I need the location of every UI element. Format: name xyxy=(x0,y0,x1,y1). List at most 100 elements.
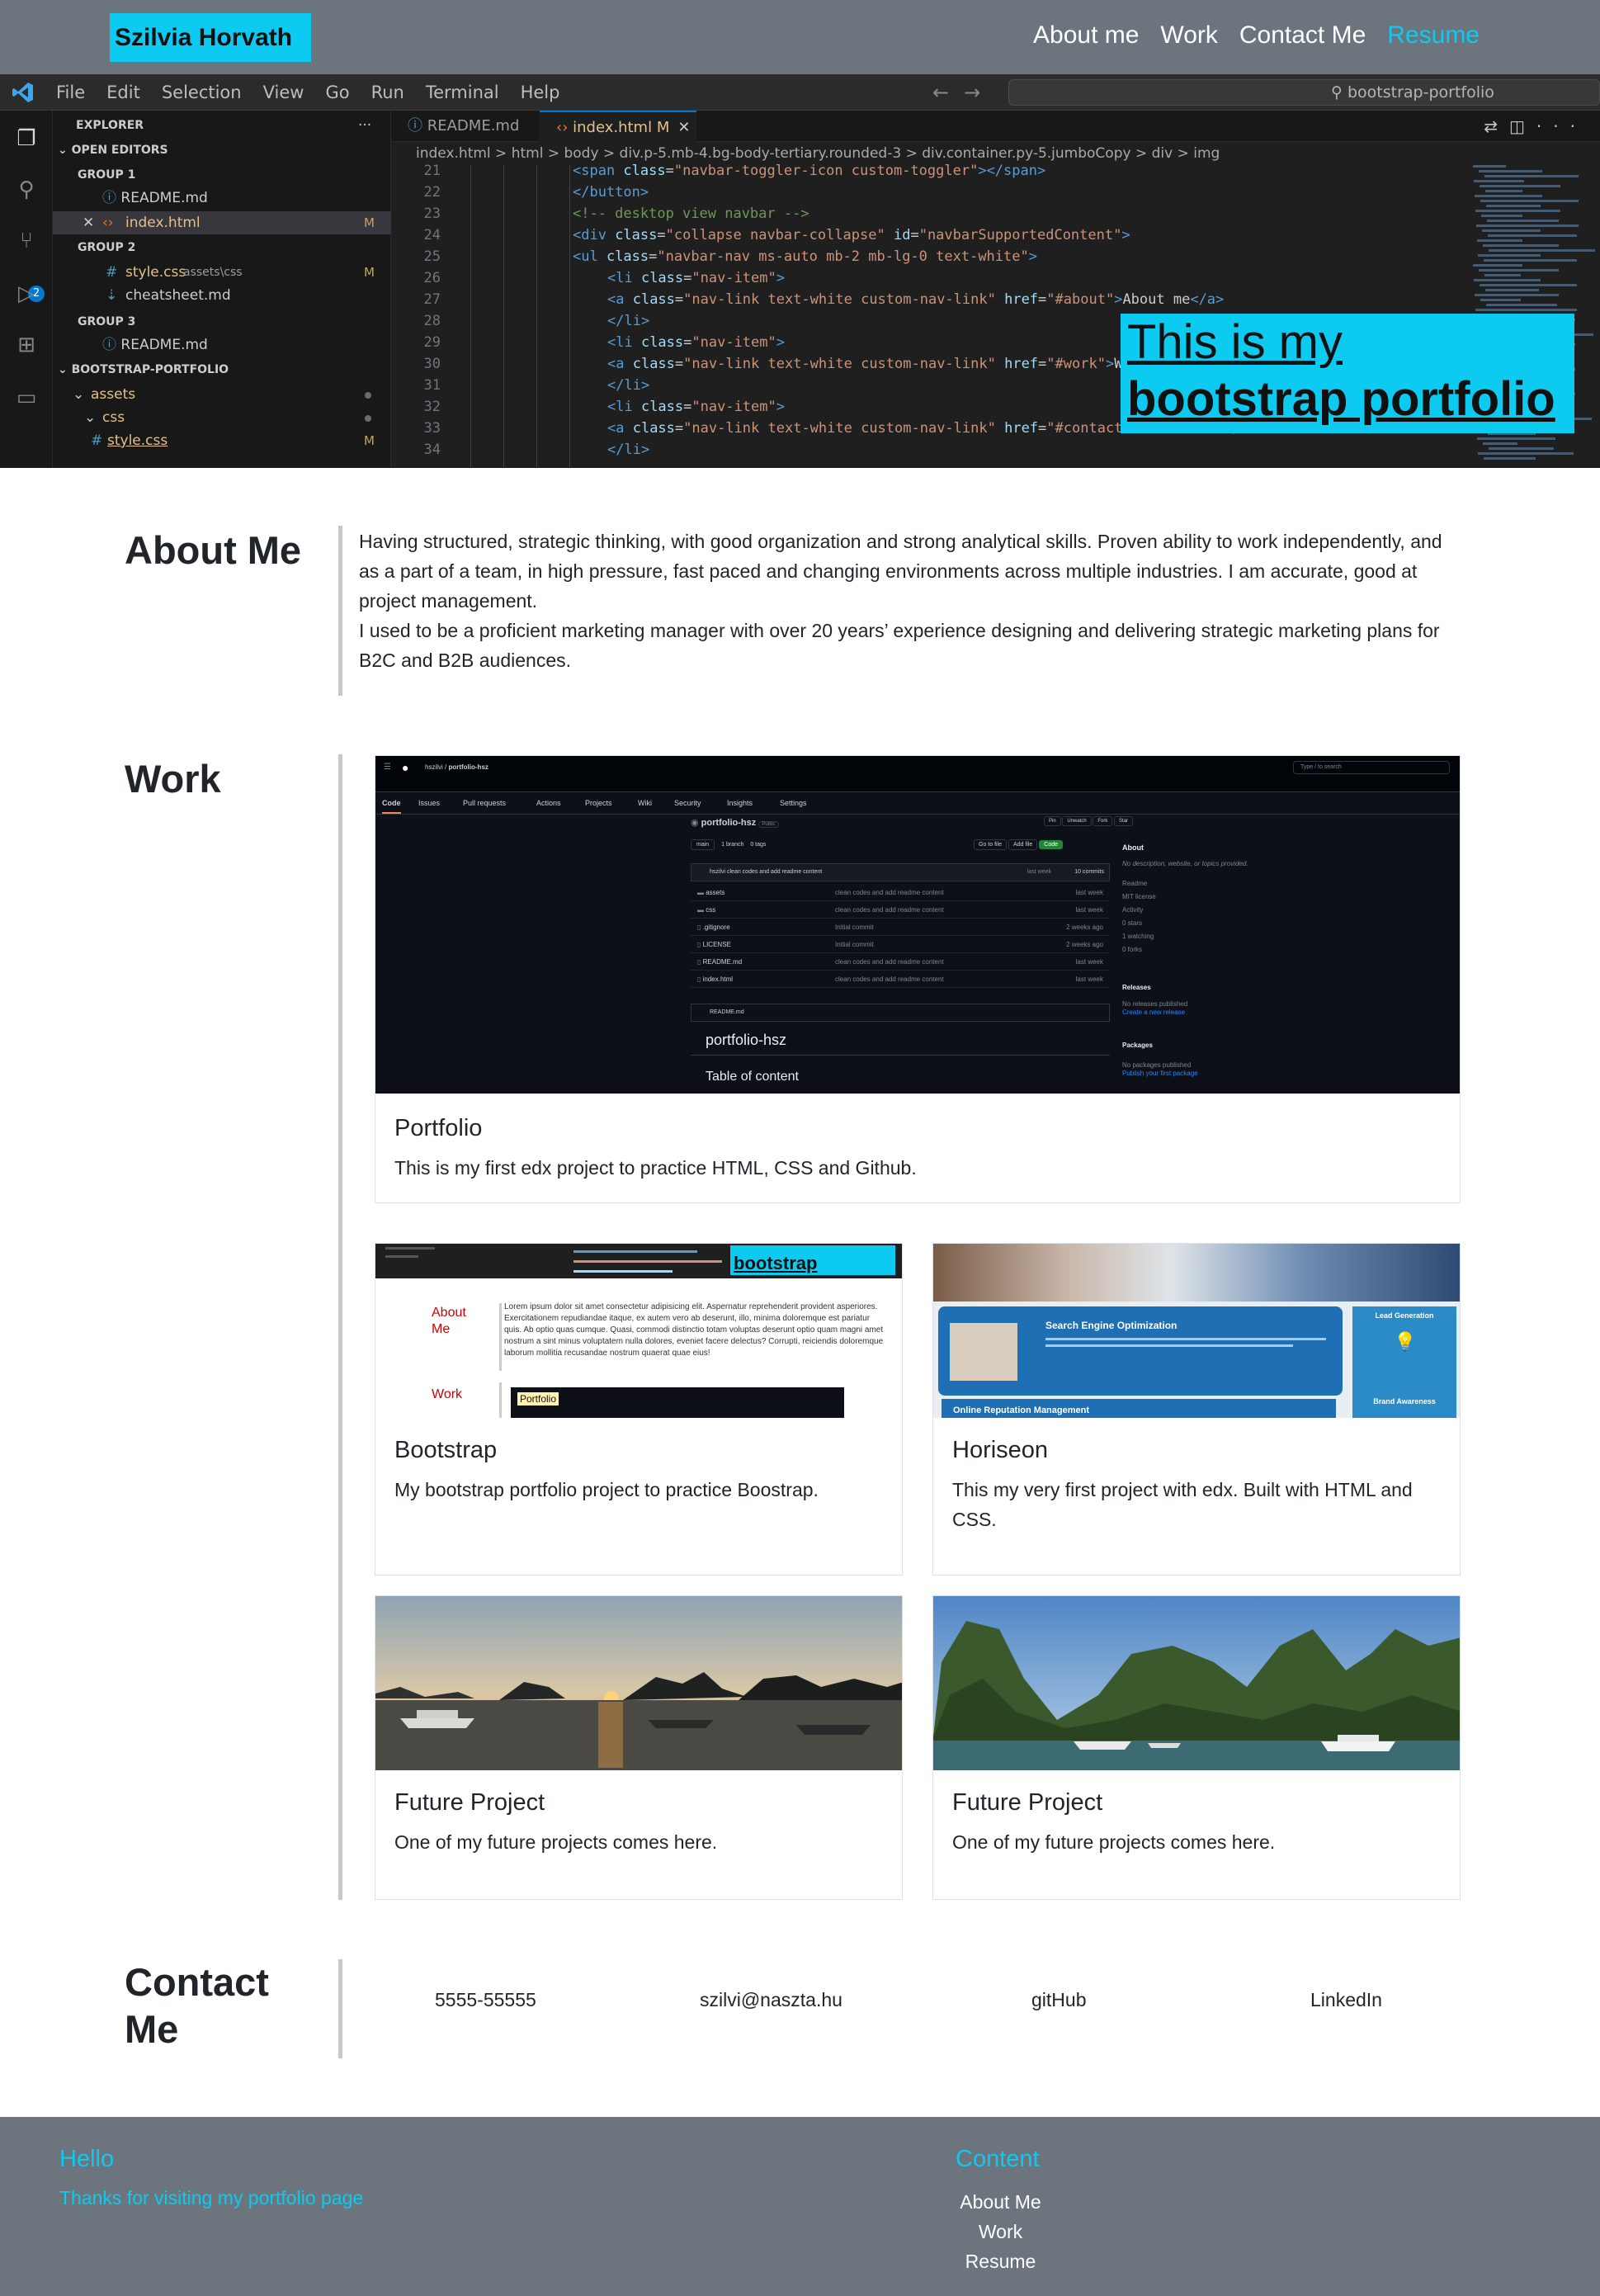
minimap-line xyxy=(1477,239,1522,242)
vscode-activity-bar: ❐ ⚲ ⑂ 2 ▷ ⊞ ▭ xyxy=(0,111,53,468)
code-token: = xyxy=(674,356,684,372)
vscode-menubar: File Edit Selection View Go Run Terminal Help ←… xyxy=(0,74,1600,111)
line-number: 34 xyxy=(423,442,441,458)
contact-phone[interactable]: 5555-55555 xyxy=(435,1989,536,2011)
card-title: Future Project xyxy=(394,1789,545,1816)
minimap-line xyxy=(1489,249,1595,252)
nav-link-work[interactable]: Work xyxy=(1160,21,1217,50)
gh-file-name: LICENSE xyxy=(702,941,731,948)
info-icon: ⓘ xyxy=(102,190,121,206)
project-card-future-2[interactable]: Future Project One of my future projects… xyxy=(932,1595,1461,1900)
modified-dot xyxy=(365,392,371,399)
minimap-line xyxy=(1487,220,1559,222)
code-line: 26 <li class="nav-item"> xyxy=(391,267,1464,289)
minimap-line xyxy=(1479,170,1542,172)
project-card-portfolio[interactable]: ☰ ● hszilvi / portfolio-hsz Type / to se… xyxy=(375,755,1461,1203)
code-token: > xyxy=(1121,227,1130,243)
project-label: BOOTSTRAP-PORTFOLIO xyxy=(71,363,229,376)
nav-links: About me Work Contact Me Resume xyxy=(1033,21,1480,50)
code-token: = xyxy=(683,270,692,286)
css-file-icon: # xyxy=(91,432,103,449)
gh-file-time: last week xyxy=(1075,958,1103,966)
gh-file-name: .gitignore xyxy=(702,924,730,931)
minimap-line xyxy=(1473,165,1506,168)
about-text: Having structured, strategic thinking, w… xyxy=(359,527,1465,675)
search-icon: ⚲ xyxy=(1331,83,1347,102)
nav-link-about[interactable]: About me xyxy=(1033,21,1139,50)
gh-commits: 10 commits xyxy=(1074,869,1104,875)
minimap-line xyxy=(1478,452,1574,455)
file-name: README.md xyxy=(120,190,208,206)
gh-file-commit: Initial commit xyxy=(835,941,874,948)
code-token: ></span> xyxy=(978,163,1046,179)
gh-tab: Pull requests xyxy=(463,799,507,807)
code-token: <li xyxy=(607,399,641,415)
footer-link-resume[interactable]: Resume xyxy=(916,2246,1085,2276)
code-line: 21 <span class="navbar-toggler-icon custo… xyxy=(391,160,1464,182)
project-card-future-1[interactable]: Future Project One of my future projects… xyxy=(375,1595,903,1900)
code-text: <a class="nav-link text-white custom-nav… xyxy=(607,289,1224,310)
info-icon: ⓘ xyxy=(408,117,427,135)
line-number: 28 xyxy=(423,313,441,329)
gh-tab: Projects xyxy=(585,799,612,807)
gh-packages-text: No packages published xyxy=(1122,1061,1192,1069)
gh-tags: 0 tags xyxy=(750,842,767,848)
brand-logo[interactable]: Szilvia Horvath xyxy=(110,13,311,62)
chevron-down-icon: ⌄ xyxy=(84,409,97,426)
project-card-bootstrap[interactable]: bootstrap portfolio About Me Lorem ipsum… xyxy=(375,1243,903,1576)
close-icon: ✕ xyxy=(677,119,691,136)
vscode-menu: File Edit Selection View Go Run Terminal Help xyxy=(56,83,559,102)
contact-linkedin-link[interactable]: LinkedIn xyxy=(1310,1989,1382,2011)
line-number: 33 xyxy=(423,420,441,437)
code-token: = xyxy=(1038,420,1047,437)
file-style-css: # style.css M xyxy=(53,429,391,452)
gh-file-commit: clean codes and add readme content xyxy=(835,958,944,966)
thumb-hero-overlay: bootstrap portfolio xyxy=(730,1245,895,1275)
group3-label: GROUP 3 xyxy=(78,315,136,328)
tab-label: index.html M xyxy=(573,119,670,136)
code-token: <a xyxy=(607,356,633,372)
code-token: <div xyxy=(573,227,616,243)
code-line xyxy=(573,1270,673,1273)
line-number: 30 xyxy=(423,356,441,372)
nav-link-contact[interactable]: Contact Me xyxy=(1239,21,1366,50)
contact-email[interactable]: szilvi@naszta.hu xyxy=(700,1989,842,2011)
thumb-lead-title: Lead Generation xyxy=(1375,1311,1434,1320)
nav-link-resume[interactable]: Resume xyxy=(1387,21,1480,50)
code-text: <li class="nav-item"> xyxy=(607,332,785,353)
project-card-horiseon[interactable]: Search Engine Optimization Online Reputa… xyxy=(932,1243,1461,1576)
contact-github-link[interactable]: gitHub xyxy=(1031,1989,1086,2011)
line-number: 27 xyxy=(423,291,441,308)
code-token: = xyxy=(1038,291,1047,308)
footer-link-about[interactable]: About Me xyxy=(916,2187,1085,2217)
gh-file-time: 2 weeks ago xyxy=(1066,941,1103,948)
navbar: Szilvia Horvath About me Work Contact Me… xyxy=(0,0,1600,74)
code-text: <ul class="navbar-nav ms-auto mb-2 mb-lg… xyxy=(573,246,1037,267)
gh-repo-actions: Pin Unwatch Fork Star xyxy=(1044,816,1134,826)
vscode-tabs: ⓘ README.md ‹› index.html M ✕ ⇄◫··· xyxy=(391,111,1600,142)
code-text: <span class="navbar-toggler-icon custom-… xyxy=(573,160,1045,182)
bootstrap-thumbnail: bootstrap portfolio About Me Lorem ipsum… xyxy=(375,1244,902,1418)
minimap-line xyxy=(1486,304,1557,306)
source-control-icon: ⑂ xyxy=(20,229,33,253)
minimap-line xyxy=(1473,264,1522,267)
card-text: One of my future projects comes here. xyxy=(394,1831,718,1853)
gh-about-item: 0 stars xyxy=(1122,919,1143,927)
footer: Hello Thanks for visiting my portfolio p… xyxy=(0,2117,1600,2296)
footer-link-work[interactable]: Work xyxy=(916,2217,1085,2246)
thumb-brand-title: Brand Awareness xyxy=(1373,1397,1436,1405)
about-divider xyxy=(338,526,342,696)
divider xyxy=(375,814,1460,815)
modified-badge: M xyxy=(364,215,375,230)
css-file-icon: # xyxy=(106,264,118,281)
code-token: = xyxy=(1038,356,1047,372)
github-header: ☰ ● hszilvi / portfolio-hsz Type / to se… xyxy=(375,756,1460,792)
thumb-lorem: Lorem ipsum dolor sit amet consectetur a… xyxy=(504,1302,884,1358)
minimap-line xyxy=(1489,447,1554,450)
code-token: > xyxy=(776,334,785,351)
group1-label: GROUP 1 xyxy=(78,168,136,182)
code-token: class xyxy=(606,248,649,265)
code-text: <li class="nav-item"> xyxy=(607,267,785,289)
about-title: About Me xyxy=(125,528,302,572)
open-editor-style: # style.css assets\css M xyxy=(53,261,391,284)
